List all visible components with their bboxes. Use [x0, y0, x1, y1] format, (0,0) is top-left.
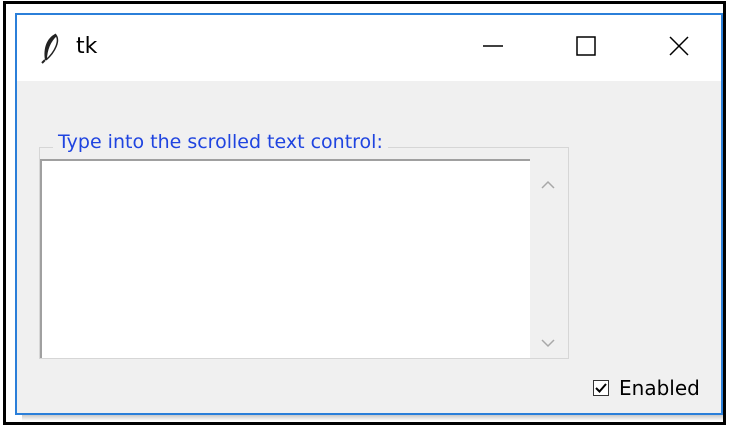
vertical-scrollbar[interactable] — [530, 159, 566, 358]
scroll-down-arrow-icon[interactable] — [539, 335, 557, 349]
window-shadow — [22, 415, 723, 421]
scroll-up-arrow-icon[interactable] — [539, 177, 557, 191]
minimize-button[interactable] — [447, 15, 539, 81]
close-icon — [668, 35, 690, 61]
title-bar[interactable]: tk — [17, 15, 721, 81]
labelframe-title: Type into the scrolled text control: — [53, 131, 388, 153]
close-button[interactable] — [633, 15, 721, 81]
window-title: tk — [76, 34, 98, 59]
checkmark-icon — [595, 383, 607, 393]
checkbox-box[interactable] — [593, 380, 609, 396]
maximize-button[interactable] — [540, 15, 632, 81]
maximize-icon — [575, 35, 597, 61]
app-window: tk Type into the scrolled text control: … — [15, 13, 723, 415]
minimize-icon — [482, 35, 504, 61]
enabled-checkbox[interactable]: Enabled — [593, 375, 700, 401]
checkbox-label: Enabled — [619, 376, 700, 400]
scrolled-text-input[interactable] — [40, 159, 530, 358]
tk-feather-icon — [37, 32, 63, 64]
